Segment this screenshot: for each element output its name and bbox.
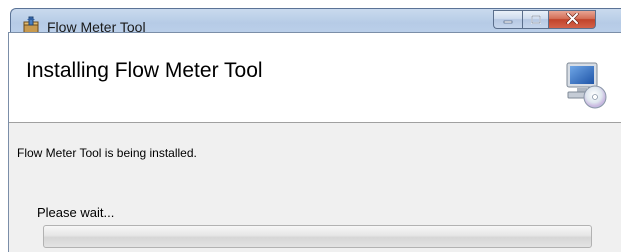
install-progress-bar <box>43 225 592 248</box>
close-button[interactable] <box>548 10 596 29</box>
caption-buttons <box>493 10 596 30</box>
page-title: Installing Flow Meter Tool <box>26 59 263 82</box>
minimize-icon <box>503 11 513 29</box>
computer-disc-icon <box>564 61 608 109</box>
minimize-button[interactable] <box>493 10 522 29</box>
header-banner: Installing Flow Meter Tool <box>9 33 621 123</box>
maximize-icon <box>530 11 541 29</box>
maximize-button[interactable] <box>522 10 548 29</box>
please-wait-label: Please wait... <box>37 205 115 220</box>
close-icon <box>565 11 579 29</box>
install-status-text: Flow Meter Tool is being installed. <box>17 146 197 160</box>
installer-client-area: Installing Flow Meter Tool Flow Meter To… <box>8 32 621 252</box>
